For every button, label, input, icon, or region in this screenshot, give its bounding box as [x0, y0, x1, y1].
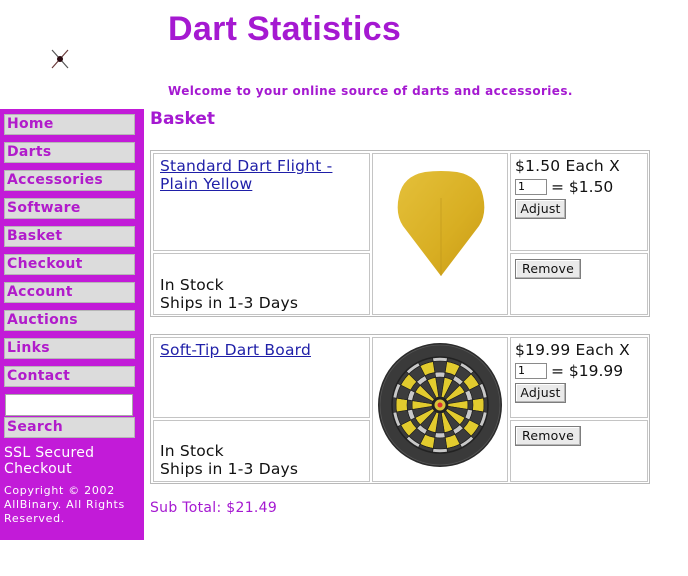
dartboard-segment	[467, 399, 474, 411]
stock-status: In Stock	[160, 442, 224, 460]
product-image-cell	[372, 153, 508, 315]
nav-software[interactable]: Software	[4, 198, 135, 219]
nav-basket[interactable]: Basket	[4, 226, 135, 247]
basket-item: Standard Dart Flight - Plain Yellow In S…	[150, 150, 650, 317]
nav-account[interactable]: Account	[4, 282, 135, 303]
adjust-button[interactable]: Adjust	[515, 383, 566, 403]
remove-button[interactable]: Remove	[515, 426, 581, 446]
nav-auctions[interactable]: Auctions	[4, 310, 135, 331]
dartboard-segment	[472, 397, 485, 413]
product-name-line2: Plain Yellow	[160, 175, 253, 193]
nav-contact[interactable]: Contact	[4, 366, 135, 387]
shipping-info: Ships in 1-3 Days	[160, 460, 299, 478]
product-name-line1: Soft-Tip Dart Board	[160, 341, 311, 359]
dart-logo-icon	[51, 49, 69, 69]
dartboard-segment	[434, 432, 446, 439]
product-image-cell	[372, 337, 508, 482]
quantity-input[interactable]: 1	[515, 363, 547, 379]
product-name-cell: Standard Dart Flight - Plain Yellow	[153, 153, 370, 251]
dartboard-segment	[432, 360, 448, 373]
availability-cell: In Stock Ships in 1-3 Days	[153, 253, 370, 315]
product-name-line1: Standard Dart Flight -	[160, 157, 333, 175]
line-total: = $19.99	[551, 362, 624, 380]
remove-cell: Remove	[510, 253, 648, 315]
unit-price: $1.50 Each X	[515, 157, 620, 175]
page-title: Basket	[150, 109, 216, 129]
yellow-dart-flight-image[interactable]	[391, 168, 491, 280]
nav-home[interactable]: Home	[4, 114, 135, 135]
soft-tip-dartboard-image[interactable]	[377, 342, 503, 468]
copyright-notice: Copyright © 2002 AllBinary. All Rights R…	[4, 484, 125, 525]
nav-accessories[interactable]: Accessories	[4, 170, 135, 191]
nav-checkout[interactable]: Checkout	[4, 254, 135, 275]
stock-status: In Stock	[160, 276, 224, 294]
site-title: Dart Statistics	[168, 10, 402, 48]
dartboard-segment	[395, 397, 408, 413]
remove-button[interactable]: Remove	[515, 259, 581, 279]
shipping-info: Ships in 1-3 Days	[160, 294, 299, 312]
quantity-input[interactable]: 1	[515, 179, 547, 195]
adjust-button[interactable]: Adjust	[515, 199, 566, 219]
ssl-secured-checkout-link[interactable]: SSL Secured Checkout	[4, 445, 142, 477]
basket-item: Soft-Tip Dart Board In Stock Ships in 1-…	[150, 334, 650, 484]
product-link[interactable]: Standard Dart Flight - Plain Yellow	[160, 157, 332, 193]
product-link[interactable]: Soft-Tip Dart Board	[160, 341, 311, 359]
search-input[interactable]	[5, 394, 133, 416]
nav-links[interactable]: Links	[4, 338, 135, 359]
availability-cell: In Stock Ships in 1-3 Days	[153, 420, 370, 482]
nav-darts[interactable]: Darts	[4, 142, 135, 163]
price-cell: $1.50 Each X 1 = $1.50 Adjust	[510, 153, 648, 251]
subtotal-label: Sub Total:	[150, 500, 222, 516]
product-name-cell: Soft-Tip Dart Board	[153, 337, 370, 418]
dartboard-segment	[406, 399, 413, 411]
dartboard-segment	[434, 371, 446, 378]
unit-price: $19.99 Each X	[515, 341, 630, 359]
line-total: = $1.50	[551, 178, 614, 196]
welcome-message: Welcome to your online source of darts a…	[168, 84, 573, 98]
price-cell: $19.99 Each X 1 = $19.99 Adjust	[510, 337, 648, 418]
dartboard-segment	[432, 437, 448, 450]
remove-cell: Remove	[510, 420, 648, 482]
subtotal: Sub Total: $21.49	[150, 500, 277, 516]
search-button[interactable]: Search	[4, 417, 135, 438]
subtotal-value: $21.49	[226, 500, 278, 516]
